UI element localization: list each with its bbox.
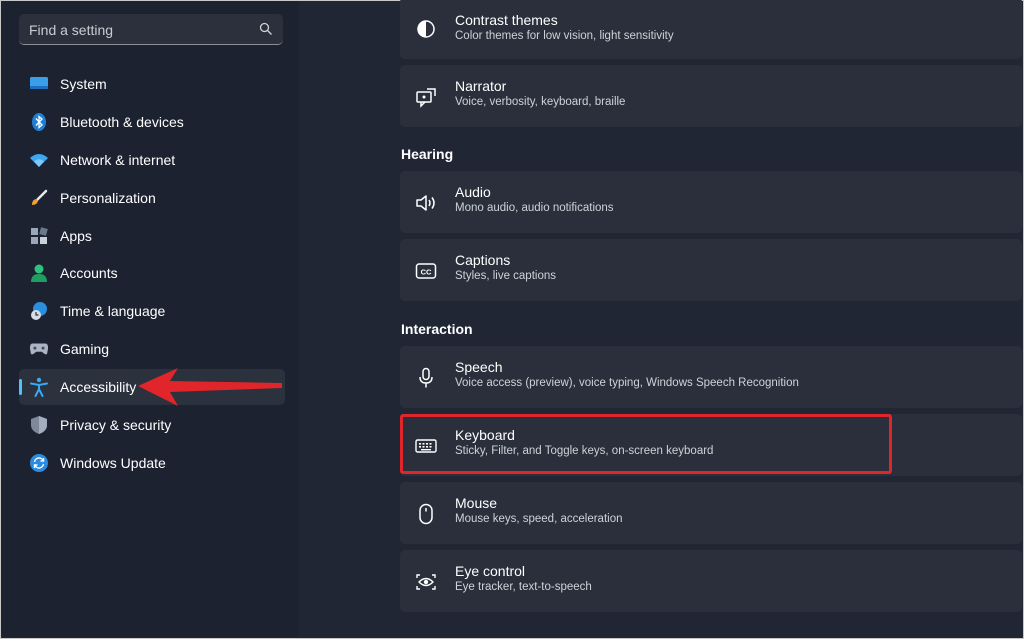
sidebar-nav: System Bluetooth & devices Network & int… <box>19 66 285 483</box>
sidebar-item-label: Network & internet <box>60 151 176 168</box>
accessibility-icon <box>29 377 49 398</box>
sidebar-item-gaming[interactable]: Gaming <box>19 331 285 367</box>
card-subtitle: Voice access (preview), voice typing, Wi… <box>455 377 799 389</box>
sidebar-item-label: Windows Update <box>60 454 166 471</box>
card-title: Speech <box>455 359 503 375</box>
contrast-themes-card[interactable]: Contrast themes Color themes for low vis… <box>400 0 1022 59</box>
svg-text:CC: CC <box>421 268 432 277</box>
sidebar-item-label: Apps <box>60 227 92 244</box>
card-title: Audio <box>455 184 491 200</box>
contrast-icon <box>414 17 438 41</box>
annotation-highlight-box <box>400 414 892 474</box>
mouse-card[interactable]: Mouse Mouse keys, speed, acceleration <box>400 482 1022 544</box>
audio-card[interactable]: Audio Mono audio, audio notifications <box>400 171 1022 233</box>
section-heading-hearing: Hearing <box>401 146 454 162</box>
eye-icon <box>414 570 438 594</box>
sidebar-item-label: System <box>60 76 107 92</box>
apps-icon <box>29 226 49 246</box>
narrator-card[interactable]: Narrator Voice, verbosity, keyboard, bra… <box>400 65 1022 127</box>
card-subtitle: Styles, live captions <box>455 270 556 282</box>
card-subtitle: Eye tracker, text-to-speech <box>455 581 592 593</box>
card-title: Captions <box>455 252 511 268</box>
card-subtitle: Voice, verbosity, keyboard, braille <box>455 96 626 108</box>
search-input[interactable]: Find a setting <box>19 14 283 45</box>
brush-icon <box>29 188 49 208</box>
sidebar-item-label: Bluetooth & devices <box>60 113 184 130</box>
search-placeholder: Find a setting <box>29 22 114 38</box>
bluetooth-icon <box>29 112 49 132</box>
card-subtitle: Color themes for low vision, light sensi… <box>455 30 674 42</box>
speaker-icon <box>414 191 438 215</box>
captions-icon: CC <box>414 259 438 283</box>
card-title: Narrator <box>455 78 507 94</box>
main-content: Contrast themes Color themes for low vis… <box>300 0 1022 637</box>
search-icon <box>259 22 272 35</box>
sidebar-item-bluetooth[interactable]: Bluetooth & devices <box>19 104 285 140</box>
sidebar-item-accounts[interactable]: Accounts <box>19 255 285 291</box>
monitor-icon <box>29 74 49 94</box>
sidebar-item-privacy[interactable]: Privacy & security <box>19 407 285 443</box>
sidebar: Find a setting System Bluetooth & device… <box>1 1 299 637</box>
card-subtitle: Mono audio, audio notifications <box>455 202 614 214</box>
speech-card[interactable]: Speech Voice access (preview), voice typ… <box>400 346 1022 408</box>
captions-card[interactable]: CC Captions Styles, live captions <box>400 239 1022 301</box>
sidebar-item-label: Gaming <box>60 341 110 358</box>
narrator-icon <box>414 85 438 109</box>
card-title: Eye control <box>455 563 526 579</box>
sidebar-item-label: Accounts <box>60 265 118 282</box>
globe-clock-icon <box>29 301 49 321</box>
card-title: Contrast themes <box>455 12 558 28</box>
sidebar-item-label: Time & language <box>60 303 166 320</box>
annotation-arrow <box>138 368 282 406</box>
update-icon <box>29 453 49 473</box>
sidebar-item-label: Accessibility <box>60 379 137 396</box>
eye-control-card[interactable]: Eye control Eye tracker, text-to-speech <box>400 550 1022 612</box>
sidebar-item-apps[interactable]: Apps <box>19 218 285 254</box>
mouse-icon <box>414 502 438 526</box>
section-heading-interaction: Interaction <box>401 321 473 337</box>
microphone-icon <box>414 366 438 390</box>
card-subtitle: Mouse keys, speed, acceleration <box>455 513 623 525</box>
selection-indicator <box>19 379 22 396</box>
gamepad-icon <box>29 339 49 359</box>
wifi-icon <box>29 150 49 170</box>
sidebar-item-personalization[interactable]: Personalization <box>19 180 285 216</box>
sidebar-item-windows-update[interactable]: Windows Update <box>19 445 285 481</box>
sidebar-item-label: Personalization <box>60 189 156 206</box>
shield-icon <box>29 415 49 435</box>
sidebar-item-system[interactable]: System <box>19 66 285 102</box>
sidebar-item-label: Privacy & security <box>60 417 172 434</box>
card-title: Mouse <box>455 495 498 511</box>
sidebar-item-time-language[interactable]: Time & language <box>19 293 285 329</box>
person-icon <box>29 263 49 283</box>
sidebar-item-network[interactable]: Network & internet <box>19 142 285 178</box>
